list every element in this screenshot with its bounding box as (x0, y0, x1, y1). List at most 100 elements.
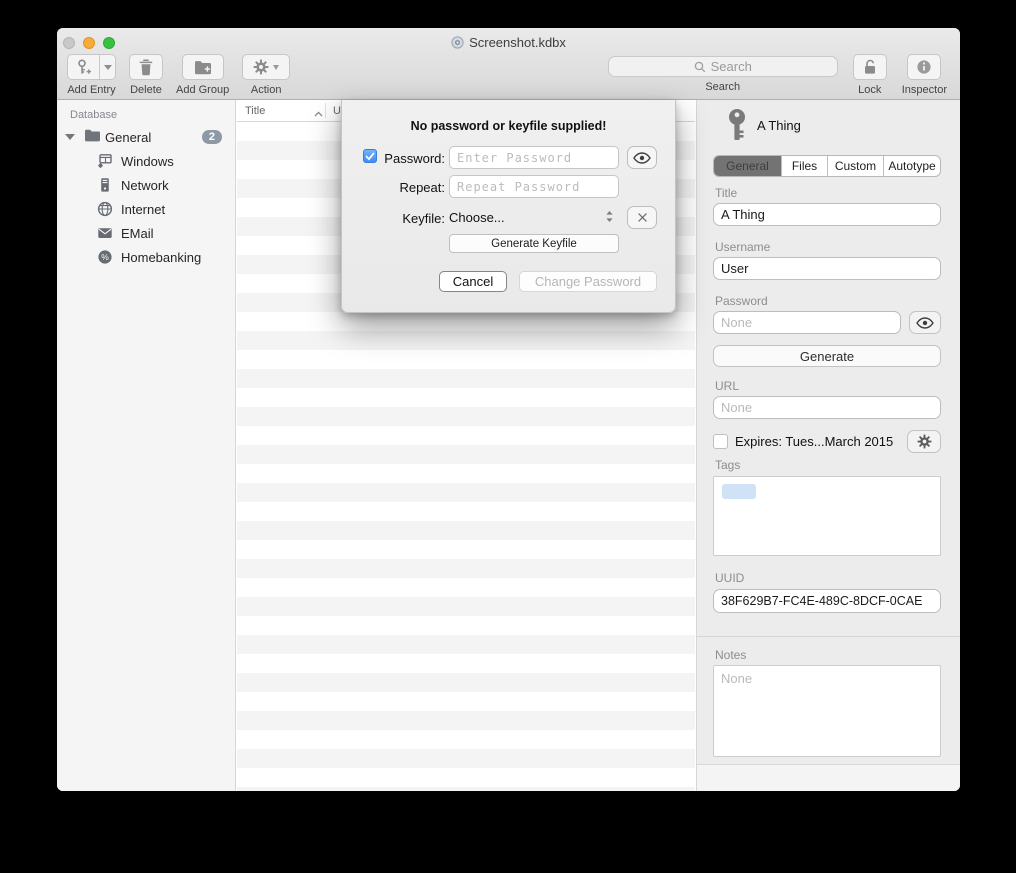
dialog-message: No password or keyfile supplied! (342, 119, 675, 133)
inspector-divider (697, 636, 960, 637)
network-group-icon (97, 177, 113, 193)
uuid-field-label: UUID (715, 571, 744, 585)
column-header-title[interactable]: Title (245, 105, 265, 117)
repeat-password-input[interactable] (449, 175, 619, 198)
username-field[interactable] (713, 257, 941, 280)
desktop-background: Screenshot.kdbx A (0, 0, 1016, 873)
notes-field[interactable] (713, 665, 941, 757)
internet-group-icon (97, 201, 113, 217)
keyfile-label: Keyfile: (379, 211, 445, 226)
folder-plus-icon (194, 60, 212, 75)
sidebar-section-header: Database (57, 100, 235, 125)
group-label: General (105, 130, 151, 145)
show-password-button[interactable] (627, 146, 657, 169)
inspector-footer (697, 764, 960, 791)
sidebar-item-email[interactable]: EMail (57, 221, 235, 245)
gear-icon (917, 434, 932, 449)
email-group-icon (97, 225, 113, 241)
sidebar-item-general[interactable]: General 2 (57, 125, 235, 149)
title-field-label: Title (715, 186, 737, 200)
url-field[interactable] (713, 396, 941, 419)
disclosure-triangle-icon[interactable] (65, 134, 75, 140)
change-password-dialog: No password or keyfile supplied! Passwor… (341, 100, 676, 313)
eye-icon (633, 152, 651, 164)
column-divider[interactable] (325, 103, 326, 118)
add-entry-label: Add Entry (67, 84, 115, 96)
tab-files[interactable]: Files (782, 156, 828, 176)
group-sidebar: Database General 2 (57, 100, 236, 791)
inspector-panel: A Thing General Files Custom Autotype Ti… (696, 100, 960, 791)
enter-password-input[interactable] (449, 146, 619, 169)
keyfile-value: Choose... (449, 210, 505, 225)
group-label: Network (121, 178, 169, 193)
add-group-label: Add Group (176, 84, 229, 96)
clear-keyfile-button[interactable] (627, 206, 657, 229)
group-label: Internet (121, 202, 165, 217)
password-checkbox[interactable] (363, 149, 377, 163)
search-placeholder: Search (711, 59, 752, 74)
lock-button[interactable] (853, 54, 887, 80)
tab-custom[interactable]: Custom (828, 156, 884, 176)
gear-icon (253, 59, 269, 75)
tags-input[interactable] (713, 476, 941, 556)
title-field[interactable] (713, 203, 941, 226)
app-window: Screenshot.kdbx A (57, 28, 960, 791)
titlebar-toolbar: Screenshot.kdbx A (57, 28, 960, 100)
reveal-password-button[interactable] (909, 311, 941, 334)
add-entry-dropdown[interactable] (99, 55, 115, 79)
generate-password-button[interactable]: Generate (713, 345, 941, 367)
chevron-down-icon (104, 65, 112, 70)
tag-token (722, 484, 756, 499)
unlocked-padlock-icon (863, 59, 877, 75)
key-icon (725, 108, 749, 149)
sort-ascending-icon (314, 108, 323, 120)
password-label: Password: (379, 151, 445, 166)
expires-checkbox[interactable] (713, 434, 728, 449)
entry-title: A Thing (757, 118, 801, 133)
sidebar-item-homebanking[interactable]: % Homebanking (57, 245, 235, 269)
window-title: Screenshot.kdbx (57, 35, 960, 50)
group-label: Windows (121, 154, 174, 169)
column-header-username[interactable]: U (333, 105, 341, 117)
entry-count-badge: 2 (202, 130, 222, 144)
action-button[interactable] (242, 54, 290, 80)
inspector-label: Inspector (902, 84, 947, 96)
url-field-label: URL (715, 379, 739, 393)
tab-autotype[interactable]: Autotype (884, 156, 940, 176)
expires-label: Expires: Tues...March 2015 (735, 434, 893, 449)
homebanking-group-icon: % (97, 249, 113, 265)
delete-button[interactable] (129, 54, 163, 80)
tags-field-label: Tags (715, 458, 740, 472)
inspector-tabs: General Files Custom Autotype (713, 155, 941, 177)
password-field-label: Password (715, 294, 768, 308)
action-label: Action (251, 84, 282, 96)
group-label: EMail (121, 226, 154, 241)
info-icon (916, 59, 932, 75)
svg-text:%: % (101, 252, 109, 262)
repeat-label: Repeat: (379, 180, 445, 195)
search-label: Search (705, 81, 740, 93)
sidebar-item-windows[interactable]: Windows (57, 149, 235, 173)
username-field-label: Username (715, 240, 770, 254)
keyfile-popup[interactable]: Choose... (449, 206, 619, 229)
password-field[interactable] (713, 311, 901, 334)
tab-general[interactable]: General (714, 156, 782, 176)
chevron-up-down-icon (605, 210, 614, 226)
sidebar-item-network[interactable]: Network (57, 173, 235, 197)
add-group-button[interactable] (182, 54, 224, 80)
chevron-down-icon (273, 65, 279, 70)
key-plus-icon (68, 55, 99, 79)
expires-settings-button[interactable] (907, 430, 941, 453)
inspector-button[interactable] (907, 54, 941, 80)
sidebar-item-internet[interactable]: Internet (57, 197, 235, 221)
change-password-button[interactable]: Change Password (519, 271, 657, 292)
cancel-button[interactable]: Cancel (439, 271, 507, 292)
eye-icon (916, 317, 934, 329)
search-input[interactable]: Search (608, 56, 838, 77)
delete-label: Delete (130, 84, 162, 96)
uuid-field[interactable] (713, 589, 941, 613)
generate-keyfile-button[interactable]: Generate Keyfile (449, 234, 619, 253)
notes-field-label: Notes (715, 648, 746, 662)
trash-icon (139, 59, 153, 76)
add-entry-button[interactable] (67, 54, 116, 80)
